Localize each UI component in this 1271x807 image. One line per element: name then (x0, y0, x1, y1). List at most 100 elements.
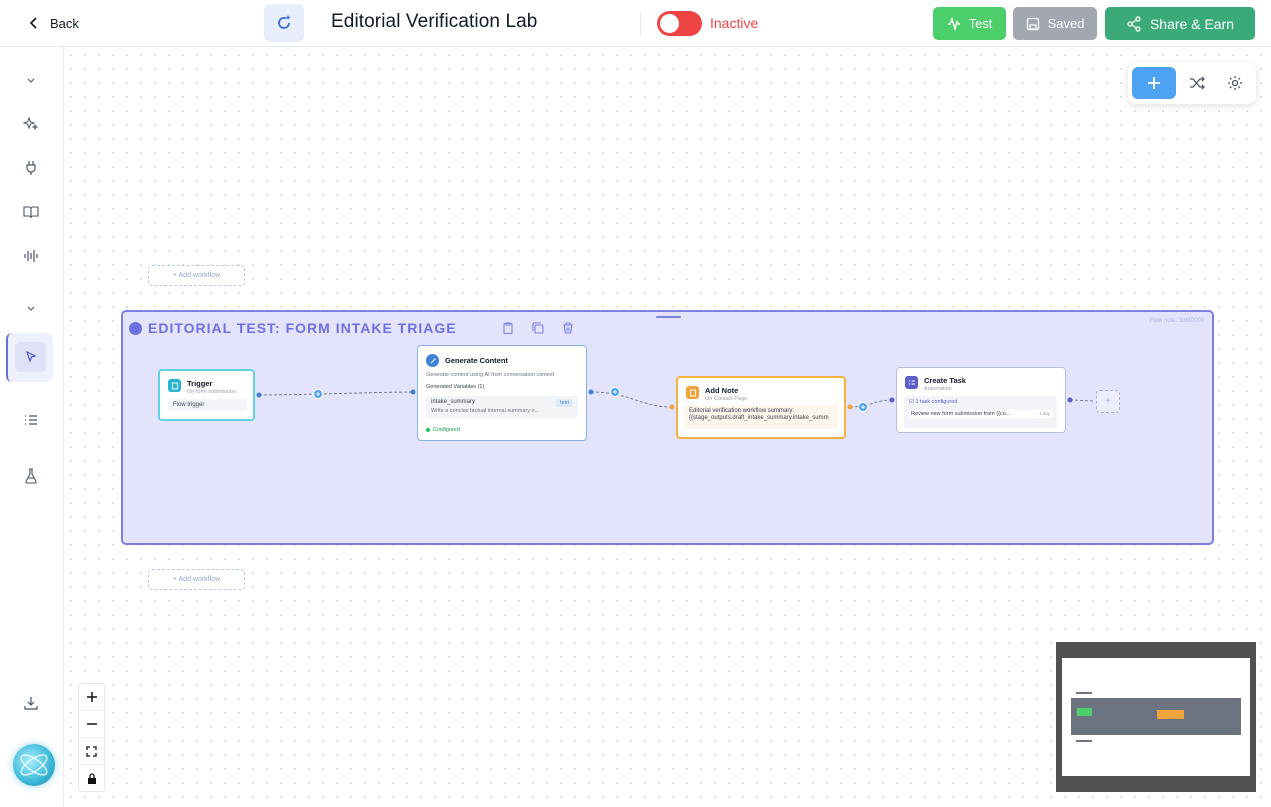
waveform-icon (947, 16, 960, 31)
list-icon[interactable] (16, 405, 46, 435)
canvas-toolbar (1128, 62, 1256, 104)
orbit-icon (20, 754, 48, 776)
variable-description: Write a concise factual internal summary… (431, 408, 540, 414)
plug-icon[interactable] (16, 153, 46, 183)
add-workflow-button-bottom[interactable]: + Add workflow (148, 569, 245, 590)
minimap-addwf-top (1076, 692, 1092, 694)
app-logo[interactable] (264, 4, 304, 42)
minimap[interactable] (1056, 642, 1256, 792)
sparkle-refresh-icon (278, 15, 291, 29)
plus-icon (1148, 77, 1160, 89)
sparkles-icon[interactable] (16, 109, 46, 139)
saved-label: Saved (1047, 16, 1085, 31)
settings-gear-icon[interactable] (1226, 74, 1244, 92)
task-configured-label: 1 task configured (915, 399, 958, 405)
node-subtitle: On Contact Page (705, 396, 748, 402)
minimap-trigger (1077, 708, 1092, 716)
node-header: Create Task Automation (905, 376, 966, 392)
back-button[interactable]: Back (28, 14, 79, 32)
share-earn-button[interactable]: Share & Earn (1105, 7, 1255, 40)
ai-icon (426, 354, 439, 367)
page-title: Editorial Verification Lab (331, 11, 538, 32)
flask-icon[interactable] (16, 461, 46, 491)
task-summary: ☑ 1 task configured Review new form subm… (904, 396, 1057, 428)
add-step-button[interactable]: + (1096, 390, 1120, 413)
test-label: Test (968, 16, 993, 31)
minimap-viewport (1062, 658, 1250, 776)
task-icon (905, 376, 918, 389)
shuffle-icon[interactable] (1188, 74, 1206, 92)
back-label: Back (50, 15, 79, 31)
node-title: Trigger (187, 379, 213, 388)
task-configured: ☑ 1 task configured (909, 399, 958, 405)
variable-name: intake_summary (431, 399, 476, 405)
add-node-button[interactable] (1132, 67, 1176, 99)
chevron-left-icon (29, 17, 37, 29)
generate-content-node[interactable]: Generate Content Generate content using … (417, 345, 587, 441)
test-button[interactable]: Test (933, 7, 1006, 40)
toggle-knob (660, 14, 679, 33)
node-header: Generate Content (426, 354, 508, 367)
node-subtitle: On form submission (187, 389, 236, 395)
minus-icon (86, 723, 97, 725)
node-header: Add Note On Contact Page (686, 386, 747, 402)
node-title: Create Task (924, 376, 966, 385)
configured-status: Configured (426, 427, 460, 433)
variable-card[interactable]: intake_summary text Write a concise fact… (426, 396, 578, 418)
zoom-in-button[interactable] (79, 684, 104, 711)
duplicate-icon[interactable] (531, 321, 545, 335)
group-title[interactable]: EDITORIAL TEST: FORM INTAKE TRIAGE (148, 320, 457, 336)
trigger-body: Flow trigger (168, 399, 247, 411)
plus-icon (86, 692, 97, 702)
trigger-node[interactable]: Trigger On form submission Flow trigger (158, 369, 255, 421)
top-bar: Back Editorial Verification Lab Inactive… (0, 0, 1271, 47)
divider (640, 12, 641, 36)
fit-view-icon (86, 745, 97, 757)
active-toggle[interactable] (657, 11, 702, 36)
share-label: Share & Earn (1149, 15, 1235, 32)
create-task-node[interactable]: Create Task Automation ☑ 1 task configur… (896, 367, 1066, 433)
saved-button[interactable]: Saved (1013, 7, 1097, 40)
fit-view-button[interactable] (79, 738, 104, 765)
trash-icon[interactable] (561, 321, 575, 335)
note-icon (686, 386, 699, 399)
cursor-pointer-icon (15, 342, 46, 372)
share-icon (1127, 15, 1141, 32)
zoom-controls (78, 683, 105, 792)
status-dot (426, 428, 430, 432)
download-icon[interactable] (16, 688, 46, 718)
collapse-chevron-icon[interactable] (16, 65, 46, 95)
sidebar-item-select[interactable] (6, 333, 53, 382)
configured-label: Configured (433, 427, 460, 433)
group-meta: Flow note: 3d6f0000 (1149, 318, 1204, 324)
node-title: Generate Content (445, 356, 508, 365)
group-drag-handle[interactable] (656, 316, 681, 318)
audio-wave-icon[interactable] (16, 241, 46, 271)
node-header: Trigger On form submission (168, 379, 236, 395)
note-line-1: Editorial verification workflow summary: (689, 408, 795, 414)
node-title: Add Note (705, 386, 739, 395)
status-label: Inactive (710, 15, 759, 31)
clipboard-copy-icon[interactable] (501, 321, 515, 335)
minimap-group (1071, 698, 1241, 735)
zoom-out-button[interactable] (79, 711, 104, 738)
group-color-dot[interactable] (129, 322, 142, 335)
document-icon (168, 379, 181, 392)
lock-icon (87, 773, 96, 784)
minimap-addwf-bottom (1076, 740, 1092, 742)
add-note-node[interactable]: Add Note On Contact Page Editorial verif… (676, 376, 846, 439)
task-detail: Review new form submission from {{co... (911, 411, 1011, 417)
lock-button[interactable] (79, 765, 104, 792)
task-detail-row: Review new form submission from {{co... … (909, 410, 1052, 418)
note-line-2: {{stage_outputs.draft_intake_summary.int… (689, 415, 829, 421)
note-content: Editorial verification workflow summary:… (684, 405, 838, 429)
assistant-orb[interactable] (13, 744, 55, 786)
variable-type-badge: text (556, 399, 573, 407)
node-subtitle: Automation (924, 386, 952, 392)
section-chevron-icon[interactable] (16, 293, 46, 323)
vars-label: Generated Variables (1) (426, 384, 485, 390)
book-open-icon[interactable] (16, 197, 46, 227)
minimap-note (1157, 710, 1184, 719)
add-workflow-button-top[interactable]: + Add workflow (148, 265, 245, 286)
save-icon (1026, 17, 1039, 30)
